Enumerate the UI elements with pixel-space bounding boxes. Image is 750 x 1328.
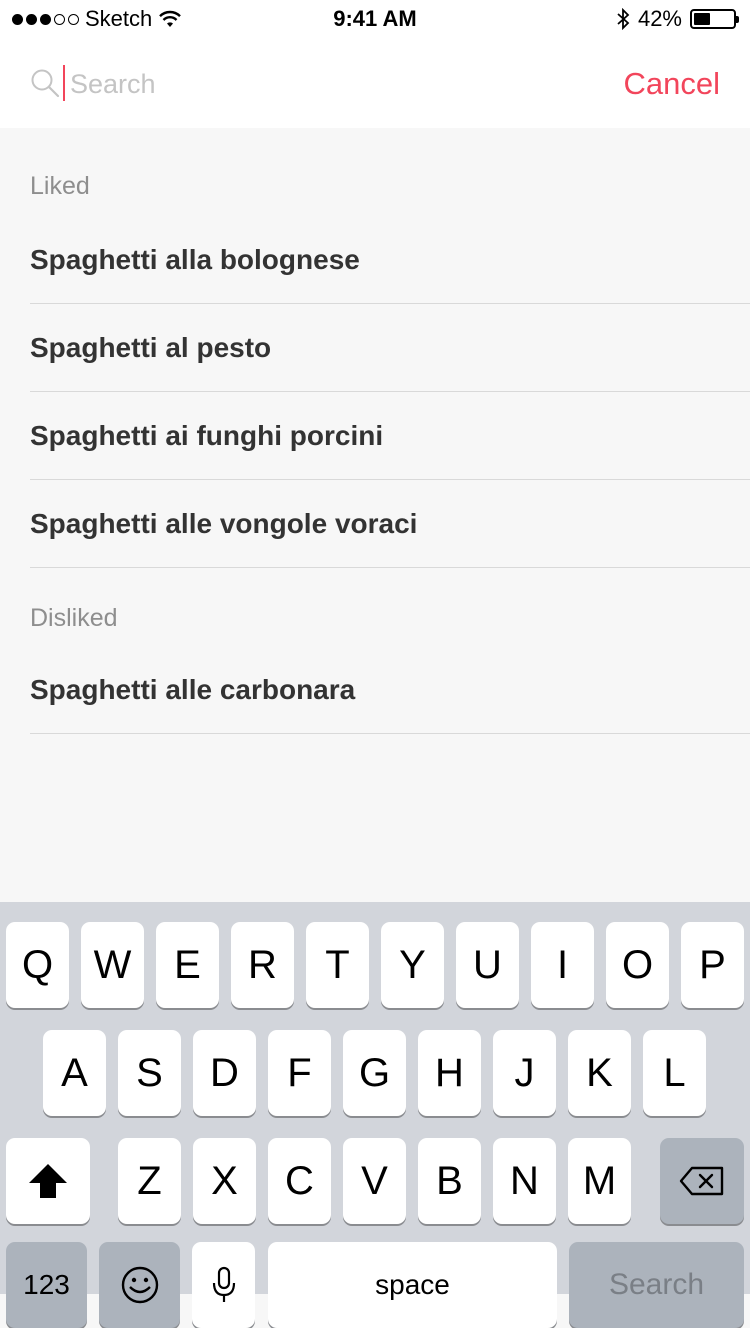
key-q[interactable]: Q [6, 922, 69, 1008]
key-u[interactable]: U [456, 922, 519, 1008]
microphone-icon [212, 1266, 235, 1302]
key-i[interactable]: I [531, 922, 594, 1008]
key-j[interactable]: J [493, 1030, 556, 1116]
shift-key[interactable] [6, 1138, 90, 1224]
numbers-key[interactable]: 123 [6, 1242, 87, 1328]
key-w[interactable]: W [81, 922, 144, 1008]
key-k[interactable]: K [568, 1030, 631, 1116]
search-input[interactable] [70, 64, 510, 104]
key-x[interactable]: X [193, 1138, 256, 1224]
bluetooth-icon [617, 8, 630, 30]
key-v[interactable]: V [343, 1138, 406, 1224]
key-f[interactable]: F [268, 1030, 331, 1116]
key-d[interactable]: D [193, 1030, 256, 1116]
delete-key[interactable] [660, 1138, 744, 1224]
section-header-liked: Liked [30, 172, 90, 200]
search-icon [31, 69, 60, 98]
key-o[interactable]: O [606, 922, 669, 1008]
key-y[interactable]: Y [381, 922, 444, 1008]
key-c[interactable]: C [268, 1138, 331, 1224]
key-m[interactable]: M [568, 1138, 631, 1224]
space-key[interactable]: space [268, 1242, 557, 1328]
key-t[interactable]: T [306, 922, 369, 1008]
emoji-icon [121, 1266, 158, 1304]
key-g[interactable]: G [343, 1030, 406, 1116]
list-item[interactable]: Spaghetti ai funghi porcini [30, 392, 750, 480]
search-key[interactable]: Search [569, 1242, 744, 1328]
key-h[interactable]: H [418, 1030, 481, 1116]
battery-icon [690, 9, 739, 29]
key-r[interactable]: R [231, 922, 294, 1008]
key-p[interactable]: P [681, 922, 744, 1008]
list-item[interactable]: Spaghetti alle carbonara [30, 646, 750, 734]
section-header-disliked: Disliked [30, 604, 118, 632]
backspace-icon [679, 1166, 724, 1196]
key-a[interactable]: A [43, 1030, 106, 1116]
key-n[interactable]: N [493, 1138, 556, 1224]
battery-percentage: 42% [637, 6, 682, 31]
search-bar: Cancel [0, 40, 750, 128]
shift-icon [29, 1164, 67, 1198]
key-e[interactable]: E [156, 922, 219, 1008]
status-right: 42% [616, 6, 739, 32]
battery-fill [694, 13, 710, 25]
list-item[interactable]: Spaghetti alla bolognese [30, 216, 750, 304]
text-cursor [63, 65, 65, 101]
emoji-key[interactable] [99, 1242, 180, 1328]
key-s[interactable]: S [118, 1030, 181, 1116]
list-item[interactable]: Spaghetti alle vongole voraci [30, 480, 750, 568]
key-l[interactable]: L [643, 1030, 706, 1116]
key-b[interactable]: B [418, 1138, 481, 1224]
status-bar: Sketch 9:41 AM 42% [0, 0, 750, 40]
keyboard: Q W E R T Y U I O P A S D F G H J K L Z … [0, 902, 750, 1328]
microphone-key[interactable] [192, 1242, 255, 1328]
key-z[interactable]: Z [118, 1138, 181, 1224]
list-item[interactable]: Spaghetti al pesto [30, 304, 750, 392]
cancel-button[interactable]: Cancel [624, 64, 721, 104]
